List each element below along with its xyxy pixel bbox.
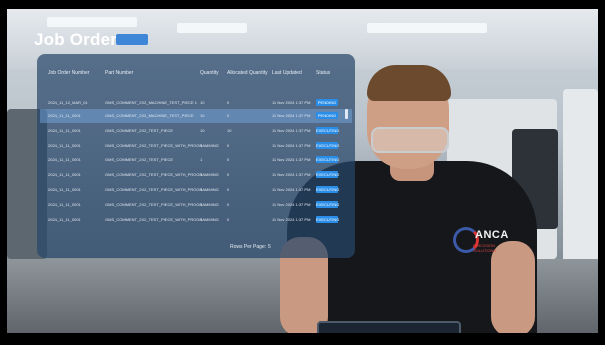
cell-alloc: 0 — [227, 100, 230, 105]
ceiling-light — [47, 17, 137, 27]
cell-part: GMS_COMMENT_2X2_TEST_PIECE — [105, 157, 174, 162]
cell-qty: 1 — [200, 202, 203, 207]
column-header-allocated[interactable]: Allocated Quantity — [227, 70, 268, 76]
status-badge: PENDING — [316, 99, 338, 106]
status-badge: EXECUTING — [316, 201, 340, 208]
table-row[interactable]: 2024_11_11_0001 GMS_COMMENT_2X2_TEST_PIEC… — [40, 153, 352, 167]
status-badge: EXECUTING — [316, 186, 340, 193]
person-hair — [367, 65, 451, 101]
video-frame: ANCA PRECISION SOLUTIONS Job Orders Job … — [0, 0, 605, 345]
cell-job: 2024_11_11_0001 — [48, 187, 81, 192]
cell-updated: 11 Nov 2024 1:37 PM — [272, 217, 311, 222]
table-row[interactable]: 2024_11_11_0001 GMS_COMMENT_2X2_MACHINE_T… — [40, 109, 352, 123]
table-row[interactable]: 2024_11_11_0001 GMS_COMMENT_2X2_TEST_PIEC… — [40, 124, 352, 138]
cell-part: GMS_COMMENT_2X2_TEST_PIECE — [105, 128, 174, 133]
status-badge: EXECUTING — [316, 171, 340, 178]
column-header-quantity[interactable]: Quantity — [200, 70, 219, 76]
cell-job: 2024_11_11_0001 — [48, 113, 81, 118]
table-row[interactable]: 2024_11_11_0001 GMS_COMMENT_2X2_TEST_PIEC… — [40, 183, 352, 197]
cell-qty: 1 — [200, 157, 203, 162]
cell-job: 2024_11_11_0001 — [48, 202, 81, 207]
column-header-status[interactable]: Status — [316, 70, 330, 76]
cell-qty: 10 — [200, 128, 205, 133]
page-title: Job Orders — [34, 30, 127, 49]
cell-qty: 10 — [200, 113, 205, 118]
status-badge: EXECUTING — [316, 127, 340, 134]
cell-updated: 11 Nov 2024 1:37 PM — [272, 100, 311, 105]
cell-job: 2024_11_11_0001 — [48, 217, 81, 222]
cell-qty: 1 — [200, 187, 203, 192]
table-scrollbar[interactable] — [345, 109, 348, 119]
cell-updated: 11 Nov 2024 1:37 PM — [272, 172, 311, 177]
cell-job: 2024_11_11_0001 — [48, 143, 81, 148]
cell-alloc: 0 — [227, 172, 230, 177]
column-header-part-number[interactable]: Part Number — [105, 70, 133, 76]
table-row[interactable]: 2024_11_11_0001 GMS_COMMENT_2X2_TEST_PIEC… — [40, 213, 352, 227]
cell-updated: 11 Nov 2024 1:37 PM — [272, 143, 311, 148]
cell-job: 2024_11_11_0001 — [48, 172, 81, 177]
cell-alloc: 10 — [227, 128, 232, 133]
rows-per-page-label: Rows Per Page: — [230, 244, 267, 250]
logo-subtext: PRECISION SOLUTIONS — [473, 243, 497, 253]
status-badge: EXECUTING — [316, 216, 340, 223]
status-badge: EXECUTING — [316, 156, 340, 163]
cell-alloc: 0 — [227, 143, 230, 148]
cell-alloc: 0 — [227, 157, 230, 162]
safety-glasses — [371, 127, 449, 153]
cell-qty: 1 — [200, 172, 203, 177]
cell-part: GMS_COMMENT_2X2_MACHINE_TEST_PIECE — [105, 113, 194, 118]
cell-job: 2024_11_11_0001 — [48, 128, 81, 133]
title-badge — [116, 34, 148, 45]
logo-text: ANCA — [475, 229, 509, 241]
tablet-device — [317, 321, 461, 333]
table-row[interactable]: 2024_11_11_0001 GMS_COMMENT_2X2_TEST_PIEC… — [40, 198, 352, 212]
ceiling-light — [177, 23, 247, 33]
cell-alloc: 0 — [227, 202, 230, 207]
shirt-logo: ANCA PRECISION SOLUTIONS — [453, 227, 509, 253]
column-header-job-order[interactable]: Job Order Number — [48, 70, 89, 76]
rows-per-page-select[interactable]: 5 — [268, 244, 271, 250]
ceiling-light — [367, 23, 487, 33]
column-header-last-updated[interactable]: Last Updated — [272, 70, 302, 76]
person-arm — [491, 241, 535, 333]
cell-qty: 1 — [200, 143, 203, 148]
cell-alloc: 0 — [227, 113, 230, 118]
cell-updated: 11 Nov 2024 1:37 PM — [272, 202, 311, 207]
table-row[interactable]: 2024_11_11_0001 GMS_COMMENT_2X2_TEST_PIEC… — [40, 168, 352, 182]
cell-alloc: 0 — [227, 187, 230, 192]
cell-part: GMS_COMMENT_2X2_MACHINE_TEST_PIECE 1 — [105, 100, 198, 105]
status-badge: EXECUTING — [316, 142, 340, 149]
cell-updated: 11 Nov 2024 1:37 PM — [272, 187, 311, 192]
cell-job: 2024_11_12_MAR_01 — [48, 100, 88, 105]
table-row[interactable]: 2024_11_12_MAR_01 GMS_COMMENT_2X2_MACHINE… — [40, 96, 352, 110]
cell-updated: 11 Nov 2024 1:37 PM — [272, 157, 311, 162]
cell-updated: 11 Nov 2024 1:37 PM — [272, 113, 311, 118]
table-row[interactable]: 2024_11_11_0001 GMS_COMMENT_2X2_TEST_PIEC… — [40, 139, 352, 153]
cell-qty: 10 — [200, 100, 205, 105]
status-badge: PENDING — [316, 112, 338, 119]
cell-alloc: 0 — [227, 217, 230, 222]
cell-qty: 1 — [200, 217, 203, 222]
cell-job: 2024_11_11_0001 — [48, 157, 81, 162]
cell-updated: 11 Nov 2024 1:37 PM — [272, 128, 311, 133]
